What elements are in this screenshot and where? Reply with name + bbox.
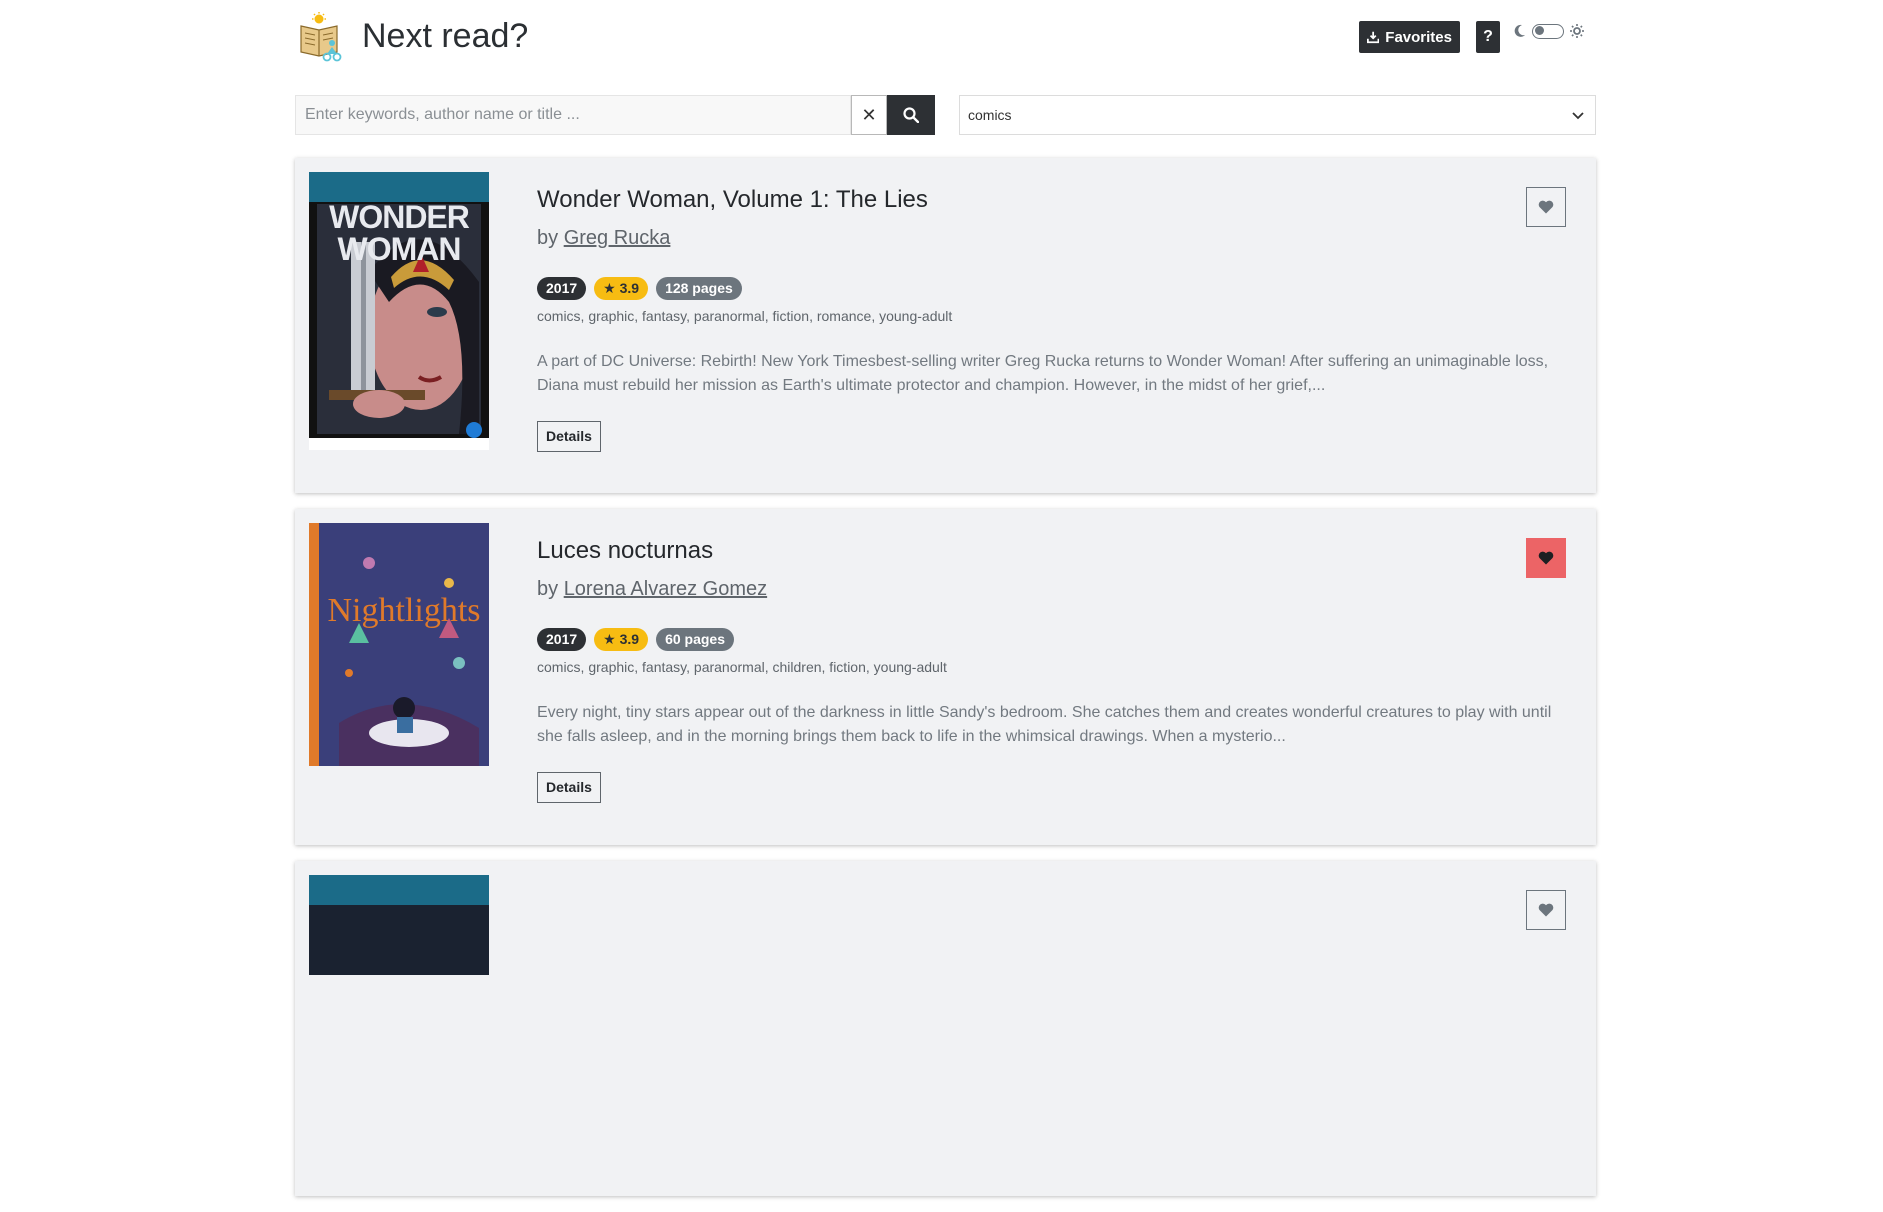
book-card: Nightlights Luces nocturnas by Lorena Al… — [295, 509, 1596, 845]
favorite-toggle-button[interactable] — [1526, 187, 1566, 227]
book-title: Wonder Woman, Volume 1: The Lies — [537, 186, 928, 213]
theme-switch-knob — [1535, 26, 1544, 35]
svg-text:WONDER: WONDER — [329, 199, 470, 235]
theme-toggle[interactable] — [1514, 21, 1584, 41]
details-button[interactable]: Details — [537, 421, 601, 452]
author-prefix: by — [537, 227, 559, 249]
details-button[interactable]: Details — [537, 772, 601, 803]
book-card — [295, 861, 1596, 1196]
app-header: Next read? Favorites ? — [295, 0, 1592, 75]
book-genres: comics, graphic, fantasy, paranormal, fi… — [537, 308, 953, 324]
search-row: ✕ comics — [295, 75, 1596, 135]
author-prefix: by — [537, 578, 559, 600]
book-cover-image[interactable]: WONDER WOMAN — [309, 172, 489, 450]
year-badge: 2017 — [537, 628, 587, 651]
book-cover-image[interactable] — [309, 875, 489, 975]
book-author: by Lorena Alvarez Gomez — [537, 578, 1572, 601]
app-title: Next read? — [362, 17, 529, 55]
book-logo-icon — [300, 12, 342, 62]
favorite-toggle-button[interactable] — [1526, 890, 1566, 930]
book-cover-image[interactable]: Nightlights — [309, 523, 489, 766]
moon-icon — [1514, 24, 1525, 37]
favorites-button[interactable]: Favorites — [1359, 21, 1460, 53]
sun-icon — [1570, 24, 1584, 38]
book-title: Luces nocturnas — [537, 537, 714, 564]
year-badge: 2017 — [537, 277, 587, 300]
svg-text:Nightlights: Nightlights — [327, 592, 480, 629]
search-button[interactable] — [887, 95, 935, 135]
chevron-down-icon — [1572, 112, 1584, 120]
download-icon — [1367, 31, 1380, 44]
book-author: by Greg Rucka — [537, 227, 1572, 250]
book-list: WONDER WOMAN Wonder Woman, Volume 1: The… — [295, 158, 1596, 1212]
heart-icon — [1538, 551, 1554, 565]
page-container: Next read? Favorites ? Enter keywords, a… — [295, 0, 1596, 1196]
book-genres: comics, graphic, fantasy, paranormal, ch… — [537, 659, 947, 675]
favorites-button-label: Favorites — [1385, 28, 1452, 46]
clear-search-button[interactable]: ✕ — [851, 95, 887, 135]
book-badges: 2017 ★ 3.9 128 pages — [537, 277, 1572, 300]
heart-icon — [1538, 903, 1554, 917]
book-info: Luces nocturnas by Lorena Alvarez Gomez … — [537, 537, 1572, 803]
book-badges: 2017 ★ 3.9 60 pages — [537, 628, 1572, 651]
svg-text:WOMAN: WOMAN — [338, 231, 461, 267]
genre-select[interactable]: comics — [959, 95, 1596, 135]
rating-badge: ★ 3.9 — [594, 277, 649, 300]
pages-badge: 128 pages — [656, 277, 742, 300]
favorite-toggle-button[interactable] — [1526, 538, 1566, 578]
pages-badge: 60 pages — [656, 628, 734, 651]
search-icon — [903, 107, 919, 123]
book-description: Every night, tiny stars appear out of th… — [537, 704, 1552, 745]
book-card: WONDER WOMAN Wonder Woman, Volume 1: The… — [295, 158, 1596, 493]
help-button[interactable]: ? — [1476, 21, 1500, 53]
genre-select-value: comics — [968, 107, 1012, 123]
rating-badge: ★ 3.9 — [594, 628, 649, 651]
search-input[interactable] — [295, 95, 851, 135]
author-link[interactable]: Greg Rucka — [564, 227, 671, 249]
heart-icon — [1538, 200, 1554, 214]
book-description: A part of DC Universe: Rebirth! New York… — [537, 353, 1549, 394]
book-info: Wonder Woman, Volume 1: The Lies by Greg… — [537, 186, 1572, 452]
theme-switch[interactable] — [1532, 23, 1564, 39]
author-link[interactable]: Lorena Alvarez Gomez — [564, 578, 767, 600]
